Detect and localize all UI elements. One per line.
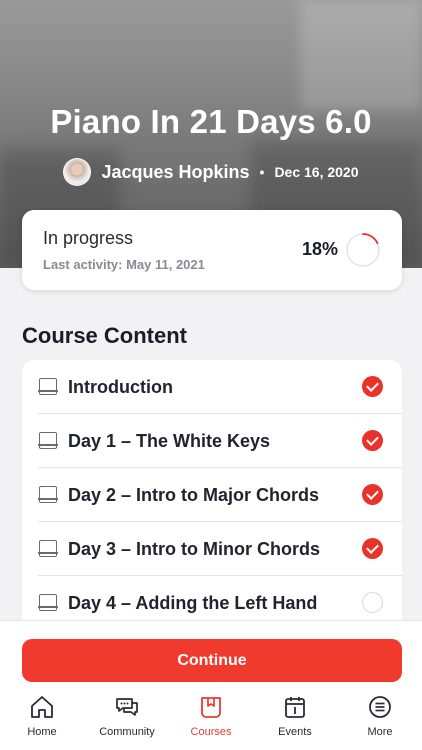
tab-events[interactable]: Events [253, 694, 337, 742]
tab-label: Community [99, 726, 155, 738]
progress-ring-icon [346, 233, 380, 267]
tab-more[interactable]: More [338, 694, 422, 742]
book-icon [38, 378, 58, 395]
course-content-list: Introduction Day 1 – The White Keys Day … [22, 360, 402, 622]
book-icon [38, 540, 58, 557]
lesson-title: Introduction [68, 377, 173, 397]
completed-check-icon[interactable] [362, 430, 383, 451]
progress-card: In progress Last activity: May 11, 2021 … [22, 210, 402, 290]
completed-check-icon[interactable] [362, 484, 383, 505]
progress-percent: 18% [302, 239, 339, 259]
tab-community[interactable]: Community [85, 694, 169, 742]
bottom-tab-bar: Home Community Courses Events More [0, 690, 422, 750]
tab-label: Events [278, 726, 312, 738]
course-date: Dec 16, 2020 [274, 164, 359, 180]
book-icon [38, 594, 58, 611]
lesson-title: Day 3 – Intro to Minor Chords [68, 539, 321, 559]
last-activity: Last activity: May 11, 2021 [43, 257, 205, 272]
author-avatar[interactable] [63, 158, 92, 186]
chat-bubbles-icon [116, 698, 138, 716]
more-menu-icon [369, 696, 391, 718]
home-icon [31, 696, 53, 718]
lesson-item[interactable]: Day 3 – Intro to Minor Chords [22, 522, 402, 576]
tab-home[interactable]: Home [0, 694, 84, 742]
hero-background-window [300, 0, 422, 110]
lesson-title: Day 1 – The White Keys [68, 431, 271, 451]
tab-label: More [367, 726, 393, 738]
author-name[interactable]: Jacques Hopkins [101, 162, 249, 183]
completed-check-icon[interactable] [362, 376, 383, 397]
lesson-item[interactable]: Introduction [22, 360, 402, 414]
book-icon [38, 432, 58, 449]
completed-check-icon[interactable] [362, 538, 383, 559]
courses-icon [201, 697, 221, 718]
continue-button[interactable]: Continue [22, 639, 402, 682]
tab-label: Home [27, 726, 57, 738]
section-title: Course Content [22, 323, 187, 348]
course-title: Piano In 21 Days 6.0 [50, 103, 372, 140]
author-row: Jacques Hopkins • Dec 16, 2020 [0, 158, 422, 186]
lesson-item[interactable]: Day 2 – Intro to Major Chords [22, 468, 402, 522]
lesson-item[interactable]: Day 4 – Adding the Left Hand [22, 576, 402, 622]
tab-courses[interactable]: Courses [169, 694, 253, 742]
book-icon [38, 486, 58, 503]
lesson-title: Day 2 – Intro to Major Chords [68, 485, 320, 505]
tab-label: Courses [190, 726, 232, 738]
separator-dot: • [259, 164, 265, 180]
calendar-icon [285, 697, 305, 718]
lesson-title: Day 4 – Adding the Left Hand [68, 593, 318, 613]
incomplete-circle-icon[interactable] [362, 592, 383, 613]
lesson-item[interactable]: Day 1 – The White Keys [22, 414, 402, 468]
progress-status: In progress [43, 228, 134, 248]
